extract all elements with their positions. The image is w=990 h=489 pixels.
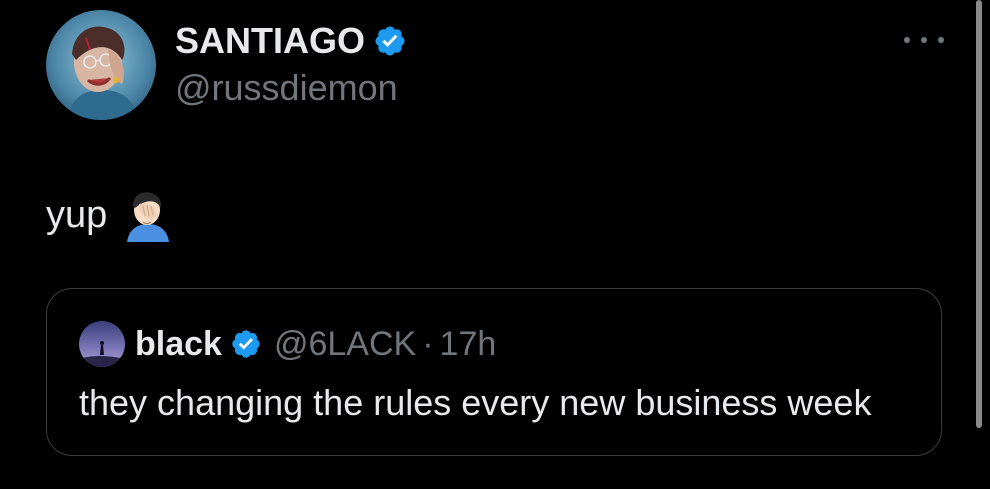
verified-badge-icon [373,24,407,58]
verified-badge-icon [230,328,262,360]
more-dot [904,37,910,43]
quoted-author-display-name[interactable]: black [135,325,222,364]
quoted-tweet-card[interactable]: black @6LACK · 17h they changing the rul… [46,288,942,456]
more-options-icon[interactable] [904,30,944,50]
quoted-author-handle[interactable]: @6LACK [274,325,416,364]
more-dot [921,37,927,43]
author-avatar[interactable] [46,10,156,120]
tweet-card: SANTIAGO @russdiemon yup black @6LACK · … [0,0,990,489]
man-facepalming-emoji-icon [121,188,175,242]
quoted-author-avatar[interactable] [79,321,125,367]
tweet-text: yup [46,194,108,236]
meta-separator: · [422,324,434,363]
night-sky-avatar-icon [79,321,125,367]
scrollbar[interactable] [976,0,982,428]
author-handle[interactable]: @russdiemon [175,66,398,110]
more-dot [938,37,944,43]
portrait-avatar-icon [46,10,156,120]
quoted-tweet-timestamp[interactable]: 17h [440,325,497,364]
quoted-tweet-text: they changing the rules every new busine… [79,382,872,423]
author-name-row[interactable]: SANTIAGO [175,20,407,62]
quoted-author-row: black @6LACK · 17h [135,319,496,369]
tweet-body: yup [46,188,175,242]
author-display-name[interactable]: SANTIAGO [175,20,365,62]
